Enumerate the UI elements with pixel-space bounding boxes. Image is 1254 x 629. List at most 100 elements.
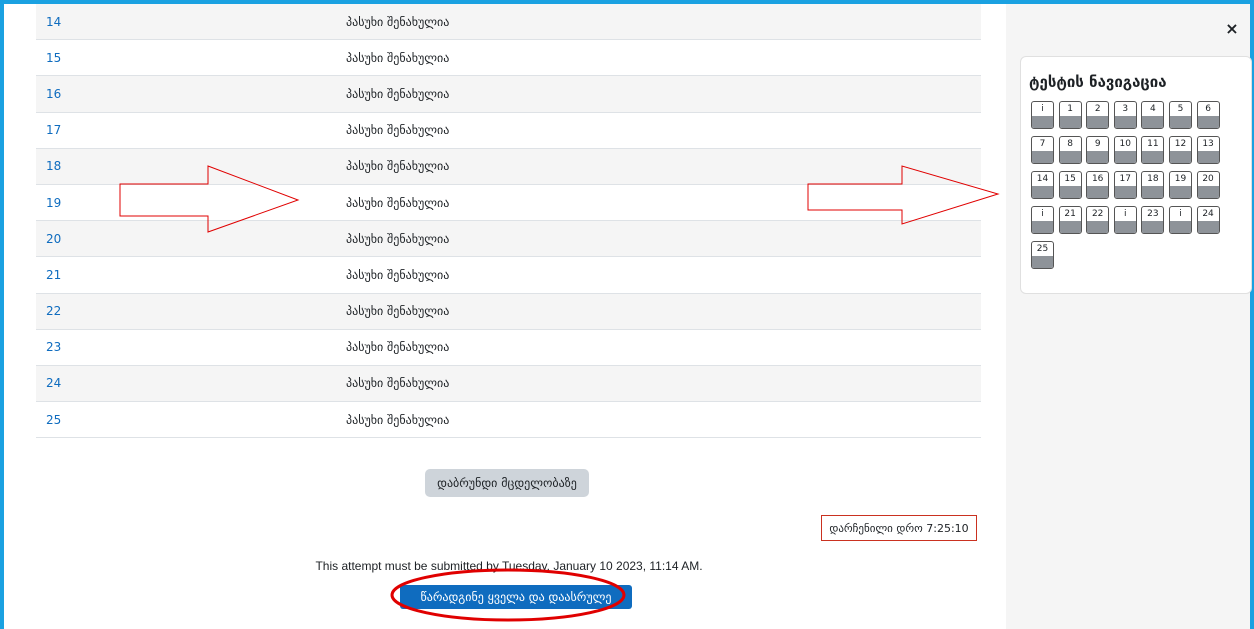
question-link[interactable]: 20	[36, 232, 346, 246]
question-nav-label: 14	[1036, 174, 1049, 184]
question-nav-button[interactable]: 2	[1086, 101, 1110, 129]
question-state-indicator	[1169, 186, 1191, 198]
time-left-timer: დარჩენილი დრო 7:25:10	[821, 515, 977, 541]
question-state-indicator	[1197, 186, 1219, 198]
question-link[interactable]: 23	[36, 340, 346, 354]
question-link[interactable]: 24	[36, 376, 346, 390]
question-state-indicator	[1032, 151, 1053, 163]
question-status: პასუხი შენახულია	[346, 14, 450, 29]
question-nav-label: 6	[1205, 104, 1211, 114]
question-state-indicator	[1059, 186, 1081, 198]
question-nav-label: i	[1041, 104, 1044, 114]
question-link[interactable]: 16	[36, 87, 346, 101]
question-nav-button[interactable]: 7	[1031, 136, 1054, 164]
question-nav-label: 19	[1174, 174, 1187, 184]
question-state-indicator	[1059, 116, 1081, 128]
question-nav-label: 8	[1067, 139, 1073, 149]
info-button[interactable]: i	[1168, 206, 1192, 234]
question-nav-label: 11	[1147, 139, 1159, 149]
question-link[interactable]: 19	[36, 196, 346, 210]
table-row: 14 პასუხი შენახულია	[36, 4, 981, 41]
question-nav-button[interactable]: 15	[1058, 171, 1082, 199]
question-nav-button[interactable]: 3	[1113, 101, 1137, 129]
question-nav-button[interactable]: 17	[1113, 171, 1137, 199]
question-nav-label: 13	[1202, 139, 1214, 149]
question-nav-label: 3	[1122, 104, 1129, 114]
question-link[interactable]: 15	[36, 51, 346, 65]
close-icon[interactable]: ×	[1222, 18, 1242, 38]
question-status: პასუხი შენახულია	[346, 123, 450, 138]
info-button[interactable]: i	[1031, 206, 1054, 234]
question-nav-label: 17	[1119, 174, 1131, 184]
question-state-indicator	[1114, 116, 1136, 128]
attempt-summary-table: 14 პასუხი შენახულია 15 პასუხი შენახულია 16…	[36, 4, 981, 439]
question-nav-label: 18	[1147, 174, 1159, 184]
question-nav-button[interactable]: 4	[1141, 101, 1165, 129]
table-row: 20 პასუხი შენახულია	[36, 221, 981, 258]
return-to-attempt-button[interactable]: დაბრუნდი მცდელობაზე	[425, 469, 589, 497]
question-nav-button[interactable]: 12	[1168, 136, 1192, 164]
question-nav-button[interactable]: 21	[1058, 206, 1082, 234]
question-state-indicator	[1142, 116, 1164, 128]
question-nav-button[interactable]: 13	[1196, 136, 1220, 164]
question-status: პასუხი შენახულია	[346, 376, 450, 391]
question-link[interactable]: 22	[36, 304, 346, 318]
question-nav-button[interactable]: 11	[1141, 136, 1165, 164]
question-link[interactable]: 21	[36, 268, 346, 282]
info-button[interactable]: i	[1031, 101, 1054, 129]
question-status: პასუხი შენახულია	[346, 50, 450, 65]
question-state-indicator	[1059, 151, 1081, 163]
question-nav-button[interactable]: 25	[1031, 241, 1054, 269]
question-nav-button[interactable]: 18	[1141, 171, 1165, 199]
question-link[interactable]: 17	[36, 123, 346, 137]
question-state-indicator	[1197, 151, 1219, 163]
question-state-indicator	[1142, 221, 1164, 233]
question-status: პასუხი შენახულია	[346, 340, 450, 355]
question-state-indicator	[1169, 221, 1191, 233]
question-nav-label: 23	[1147, 209, 1159, 219]
question-nav-button[interactable]: 1	[1058, 101, 1082, 129]
question-nav-button[interactable]: 16	[1086, 171, 1110, 199]
question-status: პასუხი შენახულია	[346, 231, 450, 246]
question-state-indicator	[1142, 186, 1164, 198]
question-nav-button[interactable]: 23	[1141, 206, 1165, 234]
question-nav-label: 5	[1177, 104, 1184, 114]
question-nav-button[interactable]: 6	[1196, 101, 1220, 129]
question-status: პასუხი შენახულია	[346, 195, 450, 210]
question-nav-button[interactable]: 5	[1168, 101, 1192, 129]
question-nav-button[interactable]: 24	[1196, 206, 1220, 234]
question-link[interactable]: 14	[36, 15, 346, 29]
table-row: 18 პასუხი შენახულია	[36, 148, 981, 185]
question-nav-label: 7	[1039, 139, 1046, 149]
question-state-indicator	[1032, 256, 1053, 268]
question-nav-button[interactable]: 9	[1086, 136, 1110, 164]
question-nav-label: 25	[1036, 244, 1049, 254]
table-row: 19 პასუხი შენახულია	[36, 185, 981, 222]
question-nav-button[interactable]: 8	[1058, 136, 1082, 164]
question-nav-label: 16	[1091, 174, 1104, 184]
question-nav-button[interactable]: 20	[1196, 171, 1220, 199]
question-link[interactable]: 18	[36, 159, 346, 173]
question-nav-button[interactable]: 14	[1031, 171, 1054, 199]
question-nav-label: 21	[1064, 209, 1076, 219]
submit-all-button[interactable]: წარადგინე ყველა და დაასრულე	[400, 585, 632, 609]
main-content: 14 პასუხი შენახულია 15 პასუხი შენახულია 16…	[4, 4, 1006, 629]
info-button[interactable]: i	[1113, 206, 1137, 234]
quiz-navigation-block: ტესტის ნავიგაცია i 1 2 3 4 5 6 7 8 9 10 11 12 13 14 15 1…	[1020, 56, 1252, 294]
question-nav-button[interactable]: 19	[1168, 171, 1192, 199]
question-nav-label: 22	[1091, 209, 1104, 219]
question-state-indicator	[1169, 116, 1191, 128]
question-state-indicator	[1032, 221, 1053, 233]
table-row: 23 პასუხი შენახულია	[36, 330, 981, 366]
question-nav-button[interactable]: 22	[1086, 206, 1110, 234]
quiz-navigation-drawer: × ტესტის ნავიგაცია i 1 2 3 4 5 6 7 8 9 10 11 12 13 14 1…	[1006, 4, 1252, 629]
question-nav-label: 4	[1150, 104, 1156, 114]
question-state-indicator	[1087, 116, 1109, 128]
question-status: პასუხი შენახულია	[346, 267, 450, 282]
question-nav-button[interactable]: 10	[1113, 136, 1137, 164]
question-nav-label: 1	[1067, 104, 1073, 114]
question-state-indicator	[1197, 116, 1219, 128]
question-state-indicator	[1032, 116, 1053, 128]
question-link[interactable]: 25	[36, 413, 346, 427]
question-state-indicator	[1059, 221, 1081, 233]
